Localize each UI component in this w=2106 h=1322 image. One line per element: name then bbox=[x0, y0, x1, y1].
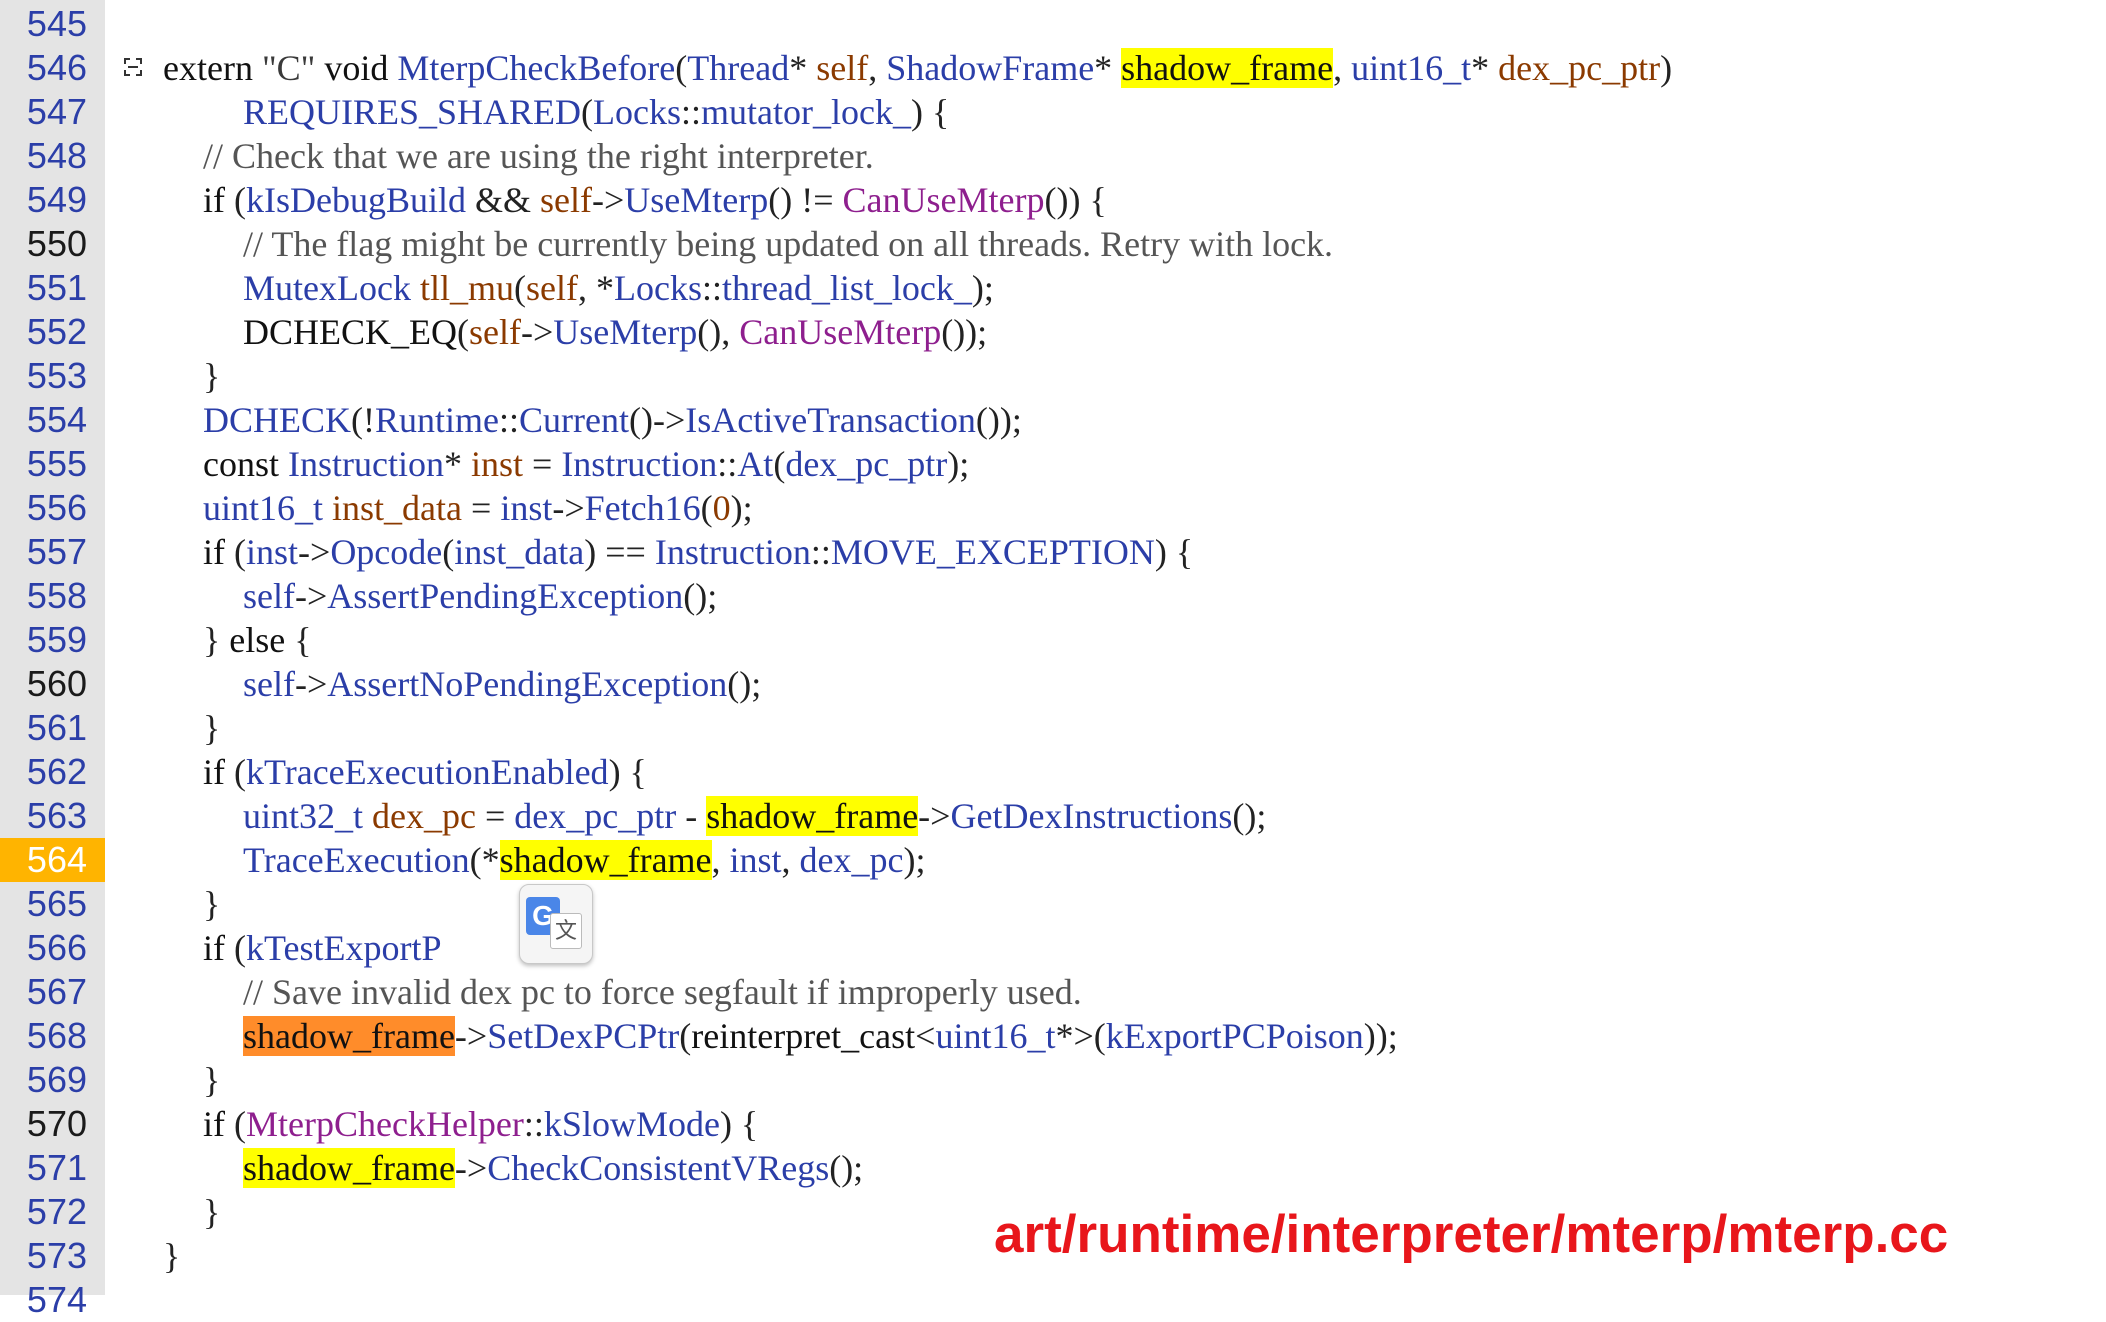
code-line: 557 if (inst->Opcode(inst_data) == Instr… bbox=[0, 530, 2106, 574]
line-number: 547 bbox=[26, 91, 87, 132]
code-text: uint16_t inst_data = inst->Fetch16(0); bbox=[203, 488, 753, 528]
line-number: 546 bbox=[26, 47, 87, 88]
code-text: DCHECK_EQ(self->UseMterp(), CanUseMterp(… bbox=[243, 312, 988, 352]
line-number: 553 bbox=[26, 355, 87, 396]
file-path-annotation: art/runtime/interpreter/mterp/mterp.cc bbox=[994, 1205, 1949, 1264]
code-line: 553 } bbox=[0, 354, 2106, 398]
code-comment: // Check that we are using the right int… bbox=[203, 136, 874, 176]
line-number: 555 bbox=[26, 443, 87, 484]
code-line: 571 shadow_frame->CheckConsistentVRegs()… bbox=[0, 1146, 2106, 1190]
code-text: MutexLock tll_mu(self, *Locks::thread_li… bbox=[243, 268, 994, 308]
line-number: 549 bbox=[26, 179, 87, 220]
code-text: TraceExecution(*shadow_frame, inst, dex_… bbox=[243, 840, 926, 880]
line-number: 566 bbox=[26, 927, 87, 968]
fold-collapse-icon[interactable] bbox=[124, 58, 142, 76]
code-line: 558 self->AssertPendingException(); bbox=[0, 574, 2106, 618]
code-text: if (inst->Opcode(inst_data) == Instructi… bbox=[203, 532, 1194, 572]
code-comment: // Save invalid dex pc to force segfault… bbox=[243, 972, 1082, 1012]
code-line: 567 // Save invalid dex pc to force segf… bbox=[0, 970, 2106, 1014]
code-text: extern "C" void MterpCheckBefore(Thread*… bbox=[163, 48, 1673, 88]
code-line: 549 if (kIsDebugBuild && self->UseMterp(… bbox=[0, 178, 2106, 222]
code-text: } else { bbox=[203, 620, 312, 660]
code-line: 570 if (MterpCheckHelper::kSlowMode) { bbox=[0, 1102, 2106, 1146]
code-line: 556 uint16_t inst_data = inst->Fetch16(0… bbox=[0, 486, 2106, 530]
code-line: 550 // The flag might be currently being… bbox=[0, 222, 2106, 266]
code-editor[interactable]: 545 546 extern "C" void MterpCheckBefore… bbox=[0, 0, 2106, 1320]
line-number: 560 bbox=[26, 663, 87, 704]
code-line: 546 extern "C" void MterpCheckBefore(Thr… bbox=[0, 46, 2106, 90]
code-line: 566 if (kTestExportP bbox=[0, 926, 2106, 970]
code-line: 569 } bbox=[0, 1058, 2106, 1102]
code-line: 562 if (kTraceExecutionEnabled) { bbox=[0, 750, 2106, 794]
line-number: 571 bbox=[26, 1147, 87, 1188]
translate-char-glyph: 文 bbox=[550, 913, 582, 949]
code-line: 545 bbox=[0, 2, 2106, 46]
code-text: } bbox=[203, 356, 221, 396]
line-number: 563 bbox=[26, 795, 87, 836]
code-line: 548 // Check that we are using the right… bbox=[0, 134, 2106, 178]
code-text: if (kTestExportP bbox=[203, 928, 442, 968]
code-line: 568 shadow_frame->SetDexPCPtr(reinterpre… bbox=[0, 1014, 2106, 1058]
code-text: } bbox=[203, 1060, 221, 1100]
line-number: 570 bbox=[26, 1103, 87, 1144]
line-number: 572 bbox=[26, 1191, 87, 1232]
line-number: 565 bbox=[26, 883, 87, 924]
code-text: self->AssertNoPendingException(); bbox=[243, 664, 762, 704]
line-number: 554 bbox=[26, 399, 87, 440]
line-number: 557 bbox=[26, 531, 87, 572]
code-line: 547 REQUIRES_SHARED(Locks::mutator_lock_… bbox=[0, 90, 2106, 134]
code-text: shadow_frame->SetDexPCPtr(reinterpret_ca… bbox=[243, 1016, 1398, 1056]
line-number: 567 bbox=[26, 971, 87, 1012]
code-line: 554 DCHECK(!Runtime::Current()->IsActive… bbox=[0, 398, 2106, 442]
line-number: 568 bbox=[26, 1015, 87, 1056]
line-number: 562 bbox=[26, 751, 87, 792]
code-line: 551 MutexLock tll_mu(self, *Locks::threa… bbox=[0, 266, 2106, 310]
code-text: shadow_frame->CheckConsistentVRegs(); bbox=[243, 1148, 864, 1188]
line-number: 561 bbox=[26, 707, 87, 748]
line-number: 556 bbox=[26, 487, 87, 528]
line-number-current: 564 bbox=[0, 838, 105, 882]
code-line: 563 uint32_t dex_pc = dex_pc_ptr - shado… bbox=[0, 794, 2106, 838]
code-text: if (MterpCheckHelper::kSlowMode) { bbox=[203, 1104, 759, 1144]
code-text: } bbox=[163, 1236, 181, 1276]
code-line: 552 DCHECK_EQ(self->UseMterp(), CanUseMt… bbox=[0, 310, 2106, 354]
line-number: 569 bbox=[26, 1059, 87, 1100]
code-text: } bbox=[203, 884, 221, 924]
code-line: 565 } bbox=[0, 882, 2106, 926]
line-number: 550 bbox=[26, 223, 87, 264]
code-text: self->AssertPendingException(); bbox=[243, 576, 718, 616]
line-number: 559 bbox=[26, 619, 87, 660]
line-number: 552 bbox=[26, 311, 87, 352]
code-line-current: 564 TraceExecution(*shadow_frame, inst, … bbox=[0, 838, 2106, 882]
code-text: uint32_t dex_pc = dex_pc_ptr - shadow_fr… bbox=[243, 796, 1267, 836]
line-number: 574 bbox=[26, 1279, 87, 1320]
google-translate-icon[interactable]: G 文 bbox=[519, 884, 593, 964]
code-line: 560 self->AssertNoPendingException(); bbox=[0, 662, 2106, 706]
code-text: const Instruction* inst = Instruction::A… bbox=[203, 444, 970, 484]
code-text: DCHECK(!Runtime::Current()->IsActiveTran… bbox=[203, 400, 1022, 440]
code-text: } bbox=[203, 1192, 221, 1232]
code-text: if (kTraceExecutionEnabled) { bbox=[203, 752, 647, 792]
line-number: 551 bbox=[26, 267, 87, 308]
code-text: } bbox=[203, 708, 221, 748]
code-text: if (kIsDebugBuild && self->UseMterp() !=… bbox=[203, 180, 1107, 220]
line-number: 573 bbox=[26, 1235, 87, 1276]
line-number: 545 bbox=[26, 3, 87, 44]
code-line: 561 } bbox=[0, 706, 2106, 750]
line-number: 558 bbox=[26, 575, 87, 616]
line-number: 548 bbox=[26, 135, 87, 176]
code-text: REQUIRES_SHARED(Locks::mutator_lock_) { bbox=[243, 92, 950, 132]
code-comment: // The flag might be currently being upd… bbox=[243, 224, 1334, 264]
code-line: 574 bbox=[0, 1278, 2106, 1322]
code-line: 559 } else { bbox=[0, 618, 2106, 662]
code-line: 555 const Instruction* inst = Instructio… bbox=[0, 442, 2106, 486]
